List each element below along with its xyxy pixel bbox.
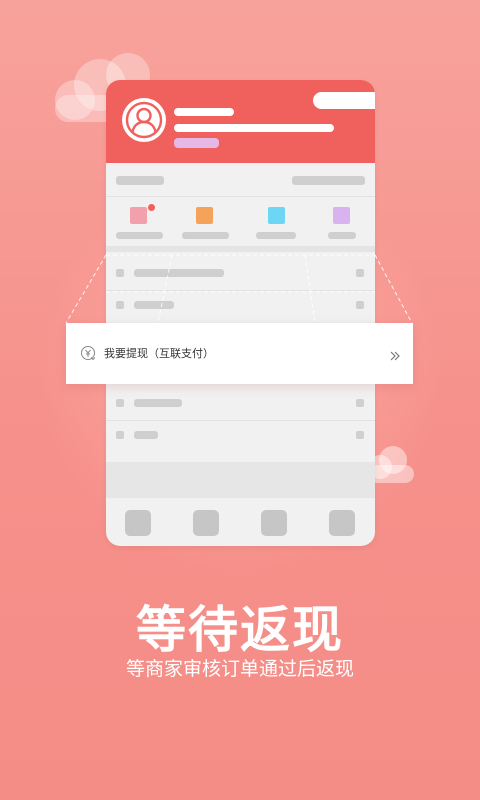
tile-label-placeholder xyxy=(328,232,356,239)
list-arrow xyxy=(356,431,364,439)
header-button-placeholder xyxy=(313,92,375,109)
tab-placeholder xyxy=(193,510,219,536)
user-avatar-icon xyxy=(122,98,166,142)
tab-placeholder xyxy=(125,510,151,536)
headline-subtitle: 等商家审核订单通过后返现 xyxy=(125,658,354,680)
divider xyxy=(106,196,375,197)
tile-label-placeholder xyxy=(116,232,163,239)
list-item-placeholder xyxy=(134,431,158,439)
withdraw-card[interactable]: 我要提现（互联支付） xyxy=(66,323,413,384)
divider xyxy=(106,420,375,421)
section-title-placeholder xyxy=(116,176,164,185)
tag-placeholder xyxy=(174,138,219,148)
yen-coin-icon xyxy=(80,345,96,365)
withdraw-label: 我要提现（互联支付） xyxy=(104,347,214,360)
profile-header xyxy=(106,80,375,163)
double-chevron-right-icon xyxy=(389,347,401,366)
name-placeholder xyxy=(174,108,234,116)
tile-pink xyxy=(130,207,147,224)
notification-dot xyxy=(148,204,155,211)
list-item-placeholder xyxy=(134,399,182,407)
list-bullet xyxy=(116,399,124,407)
tab-placeholder xyxy=(329,510,355,536)
list-arrow xyxy=(356,399,364,407)
headline-title: 等待返现 xyxy=(136,601,344,659)
list-bullet xyxy=(116,431,124,439)
blank-band xyxy=(106,462,375,498)
tile-label-placeholder xyxy=(256,232,296,239)
info-placeholder xyxy=(174,124,334,132)
tile-orange xyxy=(196,207,213,224)
section-link-placeholder xyxy=(292,176,365,185)
zoom-guide-lines xyxy=(65,254,413,324)
tile-purple xyxy=(333,207,350,224)
tile-label-placeholder xyxy=(182,232,229,239)
tile-cyan xyxy=(268,207,285,224)
tab-placeholder xyxy=(261,510,287,536)
